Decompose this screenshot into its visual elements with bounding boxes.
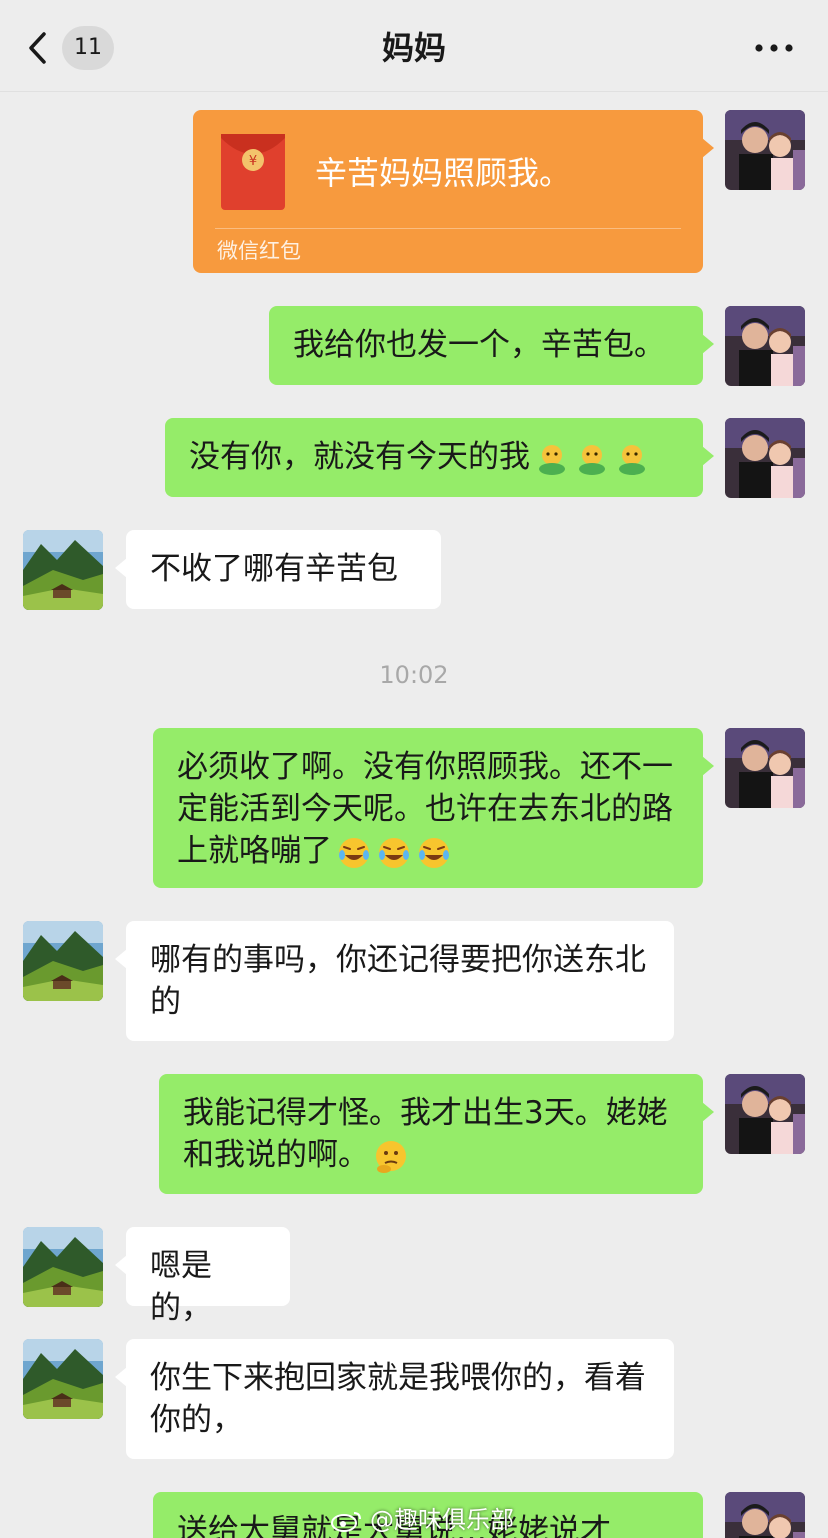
timestamp: 10:02 xyxy=(379,661,449,689)
sent-message[interactable]: 必须收了啊。没有你照顾我。还不一定能活到今天呢。也许在去东北的路上就咯嘣了 xyxy=(153,728,714,888)
landscape-photo-icon xyxy=(23,1227,103,1307)
sent-message[interactable]: 我给你也发一个，辛苦包。 xyxy=(269,306,714,385)
message-text: 我能记得才怪。我才出生3天。姥姥和我说的啊。 xyxy=(183,1095,668,1173)
my-avatar[interactable] xyxy=(725,418,805,498)
person-photo-icon xyxy=(725,728,805,808)
red-packet-message[interactable]: ¥ 辛苦妈妈照顾我。 微信红包 xyxy=(193,110,714,273)
received-message[interactable]: 哪有的事吗，你还记得要把你送东北的 xyxy=(115,921,674,1041)
mom-avatar[interactable] xyxy=(23,921,103,1001)
sent-message[interactable]: 没有你，就没有今天的我 xyxy=(165,418,714,497)
hug-emoji xyxy=(619,444,645,475)
weibo-watermark: @趣味俱乐部 xyxy=(330,1502,514,1538)
red-packet-divider xyxy=(215,228,681,229)
weibo-logo-icon xyxy=(331,1512,361,1532)
chat-header: 11 妈妈 xyxy=(0,0,828,92)
svg-text:¥: ¥ xyxy=(249,154,257,169)
my-avatar[interactable] xyxy=(725,728,805,808)
thinking-face-emoji xyxy=(376,1140,406,1173)
chat-screen: 11 妈妈 ¥ 辛苦妈妈照顾我。 微信红包 我给你也发一个，辛苦包。 没有你，就… xyxy=(0,0,828,1538)
landscape-photo-icon xyxy=(23,530,103,610)
sent-message[interactable]: 我能记得才怪。我才出生3天。姥姥和我说的啊。 xyxy=(159,1074,714,1194)
mom-avatar[interactable] xyxy=(23,1339,103,1419)
laughing-tears-emoji xyxy=(419,837,449,868)
landscape-photo-icon xyxy=(23,921,103,1001)
message-text: 没有你，就没有今天的我 xyxy=(189,439,530,475)
my-avatar[interactable] xyxy=(725,110,805,190)
hug-emoji xyxy=(579,444,605,475)
received-message[interactable]: 你生下来抱回家就是我喂你的，看着你的， xyxy=(115,1339,674,1459)
watermark-text: @趣味俱乐部 xyxy=(370,1506,514,1534)
received-message[interactable]: 嗯是的， xyxy=(115,1227,290,1326)
person-photo-icon xyxy=(725,110,805,190)
ellipsis-icon[interactable] xyxy=(754,38,794,58)
person-photo-icon xyxy=(725,418,805,498)
chat-title: 妈妈 xyxy=(381,29,446,67)
landscape-photo-icon xyxy=(23,1339,103,1419)
red-packet-label: 微信红包 xyxy=(217,239,301,263)
my-avatar[interactable] xyxy=(725,1492,805,1538)
person-photo-icon xyxy=(725,1492,805,1538)
laughing-tears-emoji xyxy=(339,837,369,868)
person-photo-icon xyxy=(725,306,805,386)
mom-avatar[interactable] xyxy=(23,1227,103,1307)
my-avatar[interactable] xyxy=(725,1074,805,1154)
red-envelope-icon: ¥ xyxy=(221,134,285,210)
person-photo-icon xyxy=(725,1074,805,1154)
my-avatar[interactable] xyxy=(725,306,805,386)
laughing-tears-emoji xyxy=(379,837,409,868)
hug-emoji xyxy=(539,444,565,475)
red-packet-text: 辛苦妈妈照顾我。 xyxy=(315,154,572,192)
received-message[interactable]: 不收了哪有辛苦包 xyxy=(115,530,441,609)
mom-avatar[interactable] xyxy=(23,530,103,610)
